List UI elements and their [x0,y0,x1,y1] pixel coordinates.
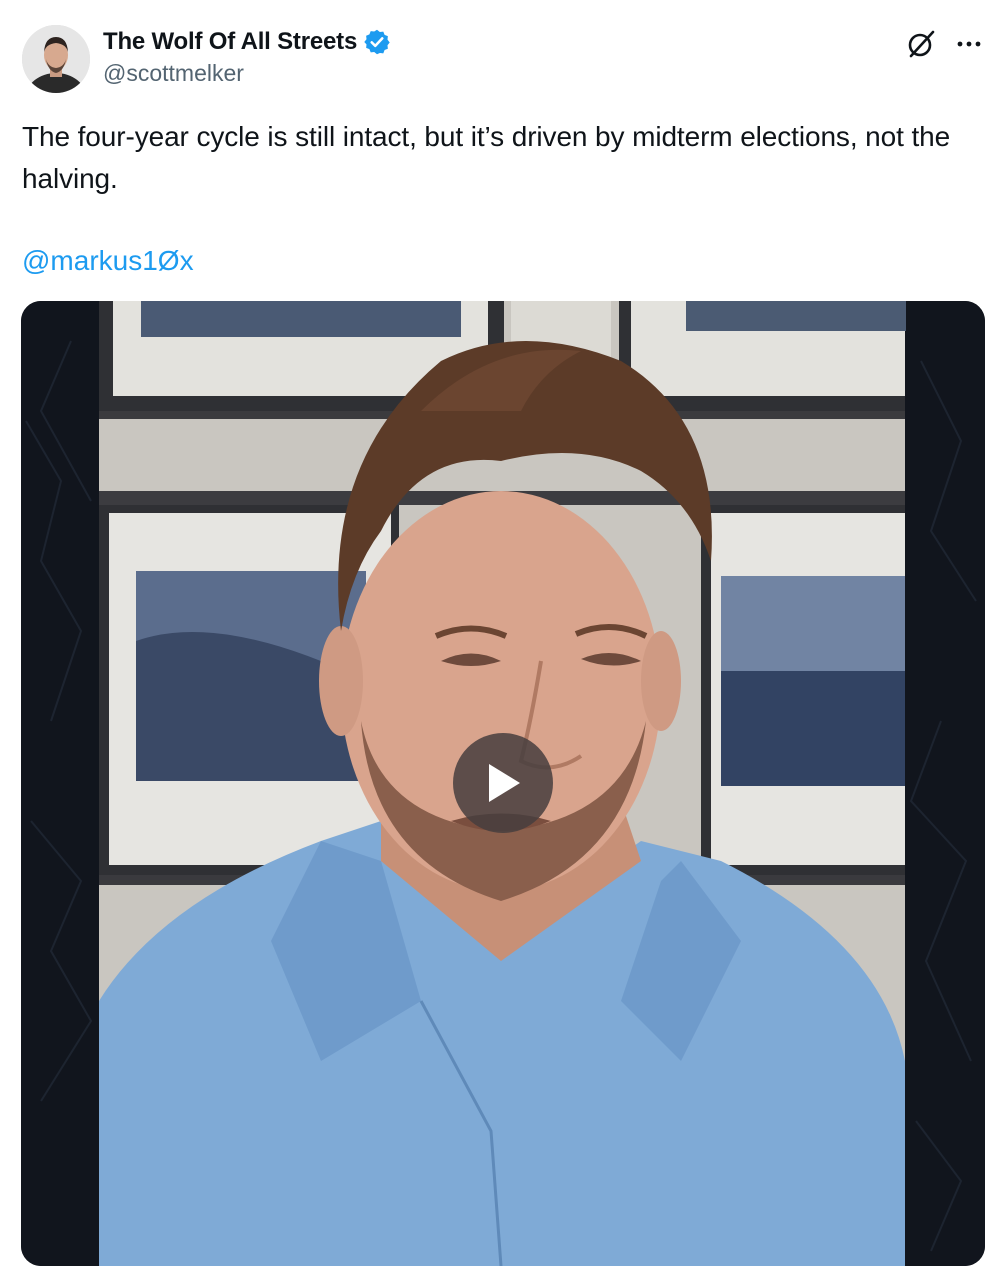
mention-link[interactable]: @markus1Øx [22,240,194,282]
play-icon [489,764,520,802]
avatar[interactable] [22,25,90,93]
author-name[interactable]: The Wolf Of All Streets [103,28,357,56]
more-options-icon[interactable] [955,30,983,58]
avatar-image [22,25,90,93]
author-handle[interactable]: @scottmelker [103,60,391,87]
video-media[interactable] [21,301,985,1266]
author-block: The Wolf Of All Streets @scottmelker [103,26,391,87]
grok-icon[interactable] [905,28,937,60]
author-name-row: The Wolf Of All Streets [103,26,391,58]
tweet-card: The Wolf Of All Streets @scottmelker The… [0,0,1005,1280]
play-button[interactable] [453,733,553,833]
tweet-text: The four-year cycle is still intact, but… [22,121,951,194]
verified-badge-icon[interactable] [363,28,391,56]
